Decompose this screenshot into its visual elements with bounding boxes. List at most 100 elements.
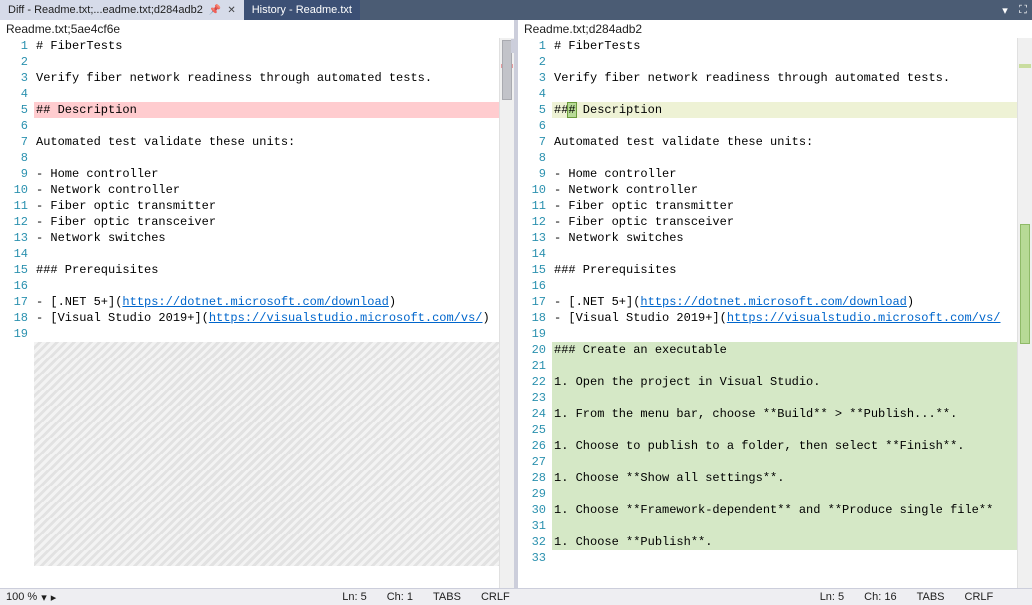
code-line[interactable] xyxy=(552,486,1032,502)
code-line[interactable]: ### Description xyxy=(552,102,1032,118)
code-line[interactable]: - Fiber optic transmitter xyxy=(34,198,514,214)
code-line[interactable]: - Fiber optic transceiver xyxy=(34,214,514,230)
code-line[interactable] xyxy=(552,86,1032,102)
overview-mark-changed xyxy=(1019,64,1031,68)
status-ch-left: Ch: 1 xyxy=(377,591,423,603)
code-line[interactable]: Verify fiber network readiness through a… xyxy=(552,70,1032,86)
status-crlf-right: CRLF xyxy=(955,591,1004,603)
status-ln-left: Ln: 5 xyxy=(332,591,376,603)
zoom-control[interactable]: 100 % ▾ ▸ xyxy=(0,591,62,604)
code-line[interactable]: - Home controller xyxy=(34,166,514,182)
code-line[interactable]: 1. Choose **Framework-dependent** and **… xyxy=(552,502,1032,518)
code-line[interactable]: Automated test validate these units: xyxy=(34,134,514,150)
window-dropdown-icon[interactable]: ▾ xyxy=(996,0,1014,20)
code-line[interactable] xyxy=(34,54,514,70)
code-line[interactable]: ### Create an executable xyxy=(552,342,1032,358)
code-line[interactable]: - [Visual Studio 2019+](https://visualst… xyxy=(34,310,514,326)
hatch-row xyxy=(34,550,514,566)
link[interactable]: https://dotnet.microsoft.com/download xyxy=(640,295,906,309)
code-line[interactable] xyxy=(34,150,514,166)
hatch-row xyxy=(34,342,514,358)
vscroll-left[interactable] xyxy=(499,38,514,588)
code-line[interactable]: - Fiber optic transmitter xyxy=(552,198,1032,214)
code-line[interactable] xyxy=(552,422,1032,438)
status-crlf-left: CRLF xyxy=(471,591,520,603)
code-line[interactable]: ### Prerequisites xyxy=(552,262,1032,278)
code-line[interactable] xyxy=(552,358,1032,374)
link[interactable]: https://visualstudio.microsoft.com/vs/ xyxy=(209,311,483,325)
code-line[interactable] xyxy=(34,86,514,102)
hatch-row xyxy=(34,358,514,374)
link[interactable]: https://dotnet.microsoft.com/download xyxy=(122,295,388,309)
hatch-row xyxy=(34,502,514,518)
status-ch-right: Ch: 16 xyxy=(854,591,906,603)
code-line[interactable] xyxy=(552,278,1032,294)
tab-bar: Diff - Readme.txt;...eadme.txt;d284adb2 … xyxy=(0,0,1032,20)
code-line[interactable]: Automated test validate these units: xyxy=(552,134,1032,150)
hatch-row xyxy=(34,518,514,534)
pane-left-header: Readme.txt;5ae4cf6e xyxy=(0,20,514,38)
chevron-right-icon[interactable]: ▸ xyxy=(51,591,57,604)
splitter-handle[interactable] xyxy=(511,39,514,53)
close-icon[interactable]: ✕ xyxy=(227,5,235,16)
code-line[interactable] xyxy=(34,278,514,294)
chevron-down-icon[interactable]: ▾ xyxy=(41,591,47,604)
code-line[interactable]: ## Description xyxy=(34,102,514,118)
code-line[interactable]: - Network switches xyxy=(552,230,1032,246)
editor-left[interactable]: 12345678910111213141516171819 # FiberTes… xyxy=(0,38,514,588)
status-bar: 100 % ▾ ▸ Ln: 5 Ch: 1 TABS CRLF Ln: 5 Ch… xyxy=(0,588,1032,605)
code-line[interactable]: Verify fiber network readiness through a… xyxy=(34,70,514,86)
hatch-row xyxy=(34,534,514,550)
link[interactable]: https://visualstudio.microsoft.com/vs/ xyxy=(727,311,1001,325)
code-right[interactable]: # FiberTests Verify fiber network readine… xyxy=(552,38,1032,588)
code-line[interactable] xyxy=(552,246,1032,262)
code-line[interactable] xyxy=(34,326,514,342)
code-line[interactable]: # FiberTests xyxy=(552,38,1032,54)
code-line[interactable] xyxy=(552,150,1032,166)
code-line[interactable] xyxy=(34,118,514,134)
code-line[interactable]: 1. Choose to publish to a folder, then s… xyxy=(552,438,1032,454)
code-line[interactable] xyxy=(552,454,1032,470)
window-maximize-icon[interactable]: ⛶ xyxy=(1014,0,1032,20)
code-line[interactable] xyxy=(552,518,1032,534)
code-line[interactable]: 1. Open the project in Visual Studio. xyxy=(552,374,1032,390)
zoom-value: 100 % xyxy=(6,591,37,603)
tab-diff[interactable]: Diff - Readme.txt;...eadme.txt;d284adb2 … xyxy=(0,0,244,20)
code-line[interactable] xyxy=(34,246,514,262)
code-line[interactable]: 1. Choose **Publish**. xyxy=(552,534,1032,550)
code-line[interactable]: - Network controller xyxy=(34,182,514,198)
tab-diff-label: Diff - Readme.txt;...eadme.txt;d284adb2 xyxy=(8,4,203,16)
tab-history[interactable]: History - Readme.txt xyxy=(244,0,360,20)
code-line[interactable] xyxy=(552,118,1032,134)
status-tabs-right: TABS xyxy=(907,591,955,603)
code-line[interactable]: - [.NET 5+](https://dotnet.microsoft.com… xyxy=(34,294,514,310)
code-line[interactable] xyxy=(552,550,1032,566)
code-line[interactable]: - [Visual Studio 2019+](https://visualst… xyxy=(552,310,1032,326)
status-ln-right: Ln: 5 xyxy=(810,591,854,603)
gutter-right: 1234567891011121314151617181920212223242… xyxy=(518,38,552,588)
code-line[interactable]: 1. Choose **Show all settings**. xyxy=(552,470,1032,486)
pane-left: Readme.txt;5ae4cf6e 12345678910111213141… xyxy=(0,20,518,588)
code-left[interactable]: # FiberTests Verify fiber network readine… xyxy=(34,38,514,588)
code-line[interactable]: - Home controller xyxy=(552,166,1032,182)
tab-history-label: History - Readme.txt xyxy=(252,4,352,16)
code-line[interactable]: # FiberTests xyxy=(34,38,514,54)
vscroll-thumb-right[interactable] xyxy=(1020,224,1030,344)
hatch-row xyxy=(34,470,514,486)
pin-icon[interactable]: 📌 xyxy=(209,5,221,16)
hatch-row xyxy=(34,406,514,422)
code-line[interactable] xyxy=(552,54,1032,70)
code-line[interactable] xyxy=(552,326,1032,342)
code-line[interactable]: - [.NET 5+](https://dotnet.microsoft.com… xyxy=(552,294,1032,310)
code-line[interactable]: ### Prerequisites xyxy=(34,262,514,278)
code-line[interactable]: - Network controller xyxy=(552,182,1032,198)
code-line[interactable]: 1. From the menu bar, choose **Build** >… xyxy=(552,406,1032,422)
code-line[interactable]: - Network switches xyxy=(34,230,514,246)
editor-right[interactable]: 1234567891011121314151617181920212223242… xyxy=(518,38,1032,588)
tab-bar-spacer xyxy=(360,0,996,20)
gutter-left: 12345678910111213141516171819 xyxy=(0,38,34,588)
pane-right-header: Readme.txt;d284adb2 xyxy=(518,20,1032,38)
code-line[interactable]: - Fiber optic transceiver xyxy=(552,214,1032,230)
vscroll-right[interactable] xyxy=(1017,38,1032,588)
code-line[interactable] xyxy=(552,390,1032,406)
